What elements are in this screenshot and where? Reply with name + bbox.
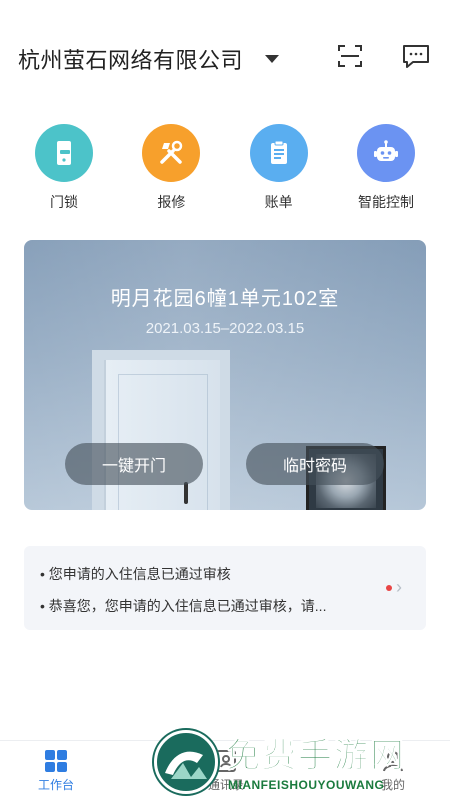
bill-icon bbox=[249, 124, 308, 182]
chevron-down-icon[interactable] bbox=[265, 55, 280, 63]
quick-action-label: 智能控制 bbox=[357, 194, 414, 210]
quick-action-label: 账单 bbox=[264, 194, 293, 210]
message-icon[interactable] bbox=[400, 40, 432, 72]
unread-dot bbox=[386, 585, 392, 591]
watermark: 免费手游网 MIANFEISHOUYOUWANG bbox=[150, 728, 450, 800]
quick-action-bill[interactable]: 账单 bbox=[233, 124, 325, 212]
door-handle bbox=[184, 482, 188, 504]
tab-label: 工作台 bbox=[37, 778, 74, 792]
room-title: 明月花园6幢1单元102室 bbox=[110, 288, 340, 310]
scan-icon[interactable] bbox=[334, 40, 366, 72]
tab-workbench[interactable]: 工作台 bbox=[21, 749, 91, 793]
notice-item: • 恭喜您，您申请的入住信息已通过审核，请... bbox=[40, 598, 327, 614]
quick-actions: 门锁 报修 账单 智能控制 bbox=[18, 124, 432, 212]
quick-action-label: 门锁 bbox=[50, 194, 78, 210]
one-key-unlock-button[interactable]: 一键开门 bbox=[65, 443, 203, 485]
robot-icon bbox=[356, 124, 415, 182]
room-card: 明月花园6幢1单元102室 2021.03.15–2022.03.15 一键开门… bbox=[24, 240, 426, 510]
header-actions bbox=[334, 40, 432, 72]
quick-action-repair[interactable]: 报修 bbox=[125, 124, 217, 212]
lease-date-range: 2021.03.15–2022.03.15 bbox=[145, 320, 305, 337]
company-selector[interactable]: 杭州萤石网络有限公司 bbox=[18, 43, 243, 75]
temp-password-button[interactable]: 临时密码 bbox=[246, 443, 384, 485]
notice-item: • 您申请的入住信息已通过审核 bbox=[40, 566, 231, 582]
door-illustration-panel bbox=[118, 374, 208, 510]
notice-text: 您申请的入住信息已通过审核 bbox=[48, 566, 231, 582]
quick-action-door-lock[interactable]: 门锁 bbox=[18, 124, 110, 212]
header: 杭州萤石网络有限公司 bbox=[18, 36, 432, 82]
notice-text: 恭喜您，您申请的入住信息已通过审核，请... bbox=[48, 598, 327, 614]
watermark-logo bbox=[154, 730, 218, 794]
chevron-right-icon[interactable]: › bbox=[396, 577, 402, 598]
door-lock-icon bbox=[35, 124, 93, 182]
watermark-title: 免费手游网 bbox=[226, 737, 406, 776]
quick-action-smart-control[interactable]: 智能控制 bbox=[340, 124, 432, 212]
notice-panel[interactable]: • 您申请的入住信息已通过审核 • 恭喜您，您申请的入住信息已通过审核，请...… bbox=[24, 546, 426, 630]
quick-action-label: 报修 bbox=[157, 194, 186, 210]
repair-tools-icon bbox=[142, 124, 201, 182]
watermark-subtitle: MIANFEISHOUYOUWANG bbox=[228, 778, 385, 792]
grid-icon bbox=[45, 750, 67, 772]
